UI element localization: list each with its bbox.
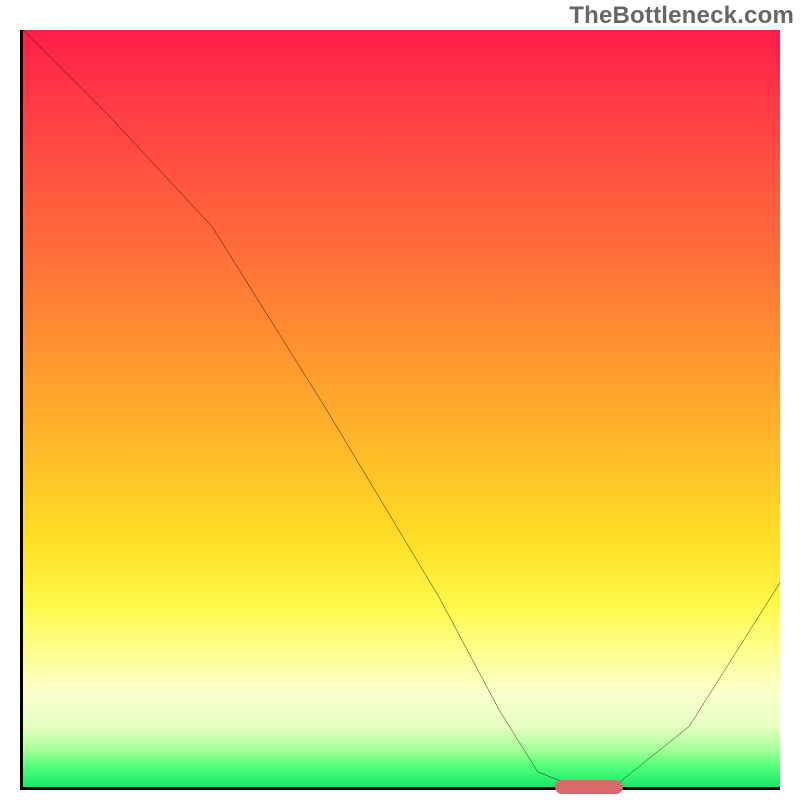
chart-canvas: TheBottleneck.com <box>0 0 800 800</box>
plot-area <box>20 30 780 790</box>
bottleneck-curve <box>23 30 780 787</box>
watermark-text: TheBottleneck.com <box>569 2 794 30</box>
optimal-range-marker <box>555 780 623 794</box>
